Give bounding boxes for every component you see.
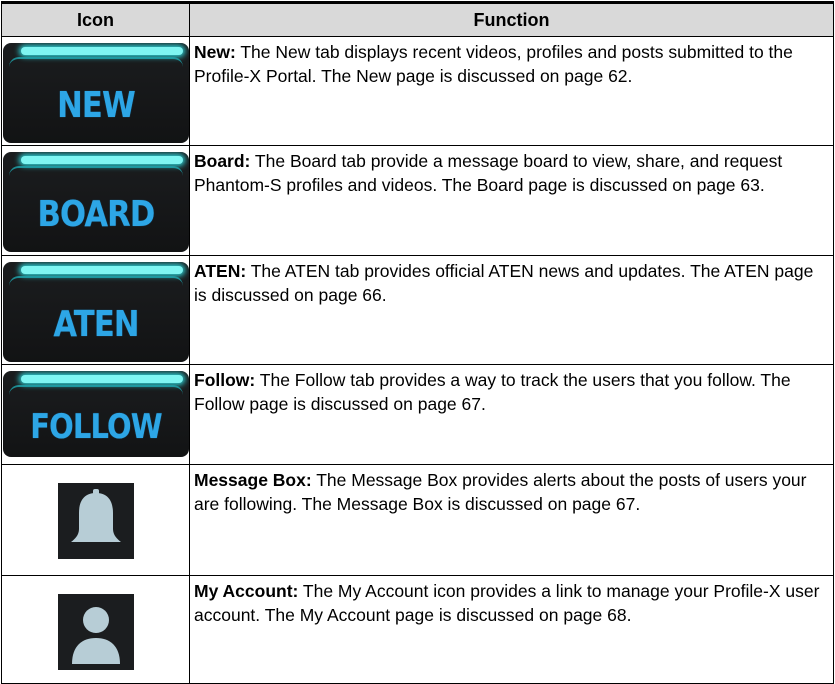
bell-icon bbox=[57, 483, 134, 559]
function-cell: Message Box: The Message Box provides al… bbox=[189, 464, 834, 576]
aten-tab-icon: ATEN bbox=[3, 262, 189, 362]
icon-cell: NEW bbox=[1, 36, 190, 146]
function-title: ATEN: bbox=[194, 261, 247, 281]
table-row: My Account: The My Account icon provides… bbox=[1, 575, 834, 684]
header-icon: Icon bbox=[1, 1, 190, 37]
icon-cell: ATEN bbox=[1, 255, 190, 365]
icon-cell bbox=[1, 464, 190, 576]
function-cell: Follow: The Follow tab provides a way to… bbox=[189, 364, 834, 465]
function-text: The Board tab provide a message board to… bbox=[194, 151, 783, 195]
table-row: ATEN ATEN: The ATEN tab provides officia… bbox=[1, 255, 834, 365]
new-tab-icon: NEW bbox=[3, 43, 189, 143]
icon-function-table: Icon Function NEW New: The New tab displ… bbox=[1, 1, 834, 684]
function-cell: ATEN: The ATEN tab provides official ATE… bbox=[189, 255, 834, 365]
function-title: Message Box: bbox=[194, 470, 312, 490]
user-icon bbox=[57, 594, 134, 670]
function-text: The Follow tab provides a way to track t… bbox=[194, 370, 791, 414]
follow-tab-icon: FOLLOW bbox=[3, 371, 189, 457]
function-cell: New: The New tab displays recent videos,… bbox=[189, 36, 834, 146]
function-title: Follow: bbox=[194, 370, 256, 390]
function-title: New: bbox=[194, 42, 236, 62]
icon-cell: FOLLOW bbox=[1, 364, 190, 465]
table-row: FOLLOW Follow: The Follow tab provides a… bbox=[1, 364, 834, 465]
icon-function-table-wrap: Icon Function NEW New: The New tab displ… bbox=[0, 0, 835, 684]
table-row: Message Box: The Message Box provides al… bbox=[1, 464, 834, 576]
table-header-row: Icon Function bbox=[1, 1, 834, 37]
function-cell: My Account: The My Account icon provides… bbox=[189, 575, 834, 684]
table-row: BOARD Board: The Board tab provide a mes… bbox=[1, 145, 834, 256]
icon-cell bbox=[1, 575, 190, 684]
table-row: NEW New: The New tab displays recent vid… bbox=[1, 36, 834, 146]
function-title: Board: bbox=[194, 151, 251, 171]
header-function: Function bbox=[189, 1, 834, 37]
function-title: My Account: bbox=[194, 581, 299, 601]
function-cell: Board: The Board tab provide a message b… bbox=[189, 145, 834, 256]
icon-cell: BOARD bbox=[1, 145, 190, 256]
function-text: The New tab displays recent videos, prof… bbox=[194, 42, 793, 86]
function-text: The ATEN tab provides official ATEN news… bbox=[194, 261, 814, 305]
board-tab-icon: BOARD bbox=[3, 152, 189, 252]
